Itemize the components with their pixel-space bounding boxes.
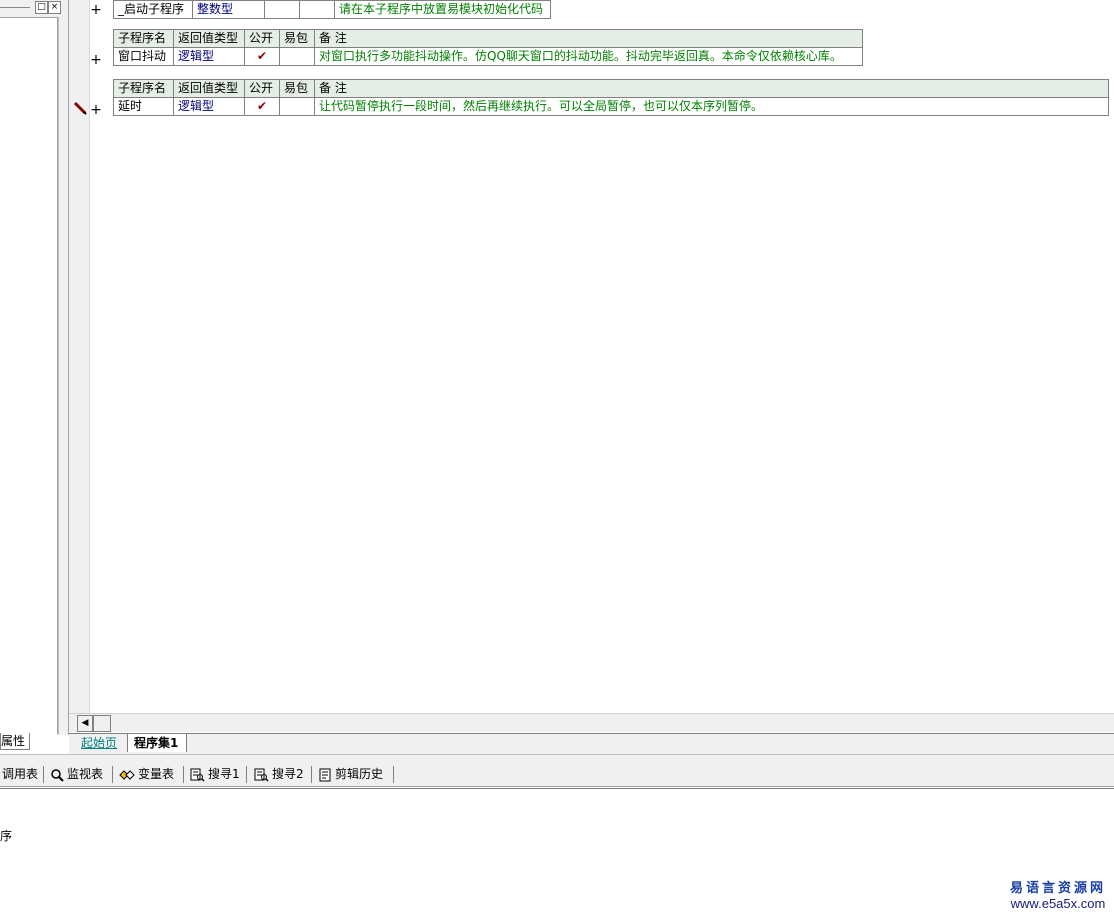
code-editor[interactable]: + + + _启动子程序 整数型 请在本子程序中放置易模块初始化代码 子程序名 …: [69, 0, 1114, 733]
search1-label: 搜寻1: [208, 767, 240, 781]
left-panel-titlebar: □ ×: [0, 0, 62, 17]
horizontal-scrollbar[interactable]: ◀: [69, 713, 1114, 732]
table-row: _启动子程序 整数型 请在本子程序中放置易模块初始化代码: [113, 0, 551, 19]
output-text: 序: [0, 829, 13, 843]
proc-name-cell[interactable]: _启动子程序: [113, 0, 193, 19]
remark-cell[interactable]: 对窗口执行多功能抖动操作。仿QQ聊天窗口的抖动功能。抖动完毕返回真。本命令仅依赖…: [314, 47, 863, 66]
magnifier-icon: [51, 768, 64, 782]
public-check-icon[interactable]: ✔: [244, 47, 280, 66]
table-header-row: 子程序名 返回值类型 公开 易包 备 注: [113, 29, 863, 48]
pencil-icon: [73, 101, 87, 115]
header-package: 易包: [279, 79, 315, 98]
close-icon[interactable]: ×: [48, 1, 61, 14]
scrollbar-thumb[interactable]: [93, 715, 111, 732]
call-table-label: 调用表: [2, 767, 39, 781]
restore-icon[interactable]: □: [35, 1, 48, 14]
tab-search-2[interactable]: 搜寻2: [254, 766, 304, 783]
table-row: 延时 逻辑型 ✔ 让代码暂停执行一段时间，然后再继续执行。可以全局暂停，也可以仅…: [113, 97, 1109, 116]
tab-program-set-1[interactable]: 程序集1: [127, 734, 188, 752]
tab-properties[interactable]: 属性: [0, 733, 31, 750]
tab-variable-table[interactable]: 变量表: [119, 766, 174, 783]
separator: [43, 766, 44, 783]
table-header-row: 子程序名 返回值类型 公开 易包 备 注: [113, 79, 1109, 98]
table-row: 窗口抖动 逻辑型 ✔ 对窗口执行多功能抖动操作。仿QQ聊天窗口的抖动功能。抖动完…: [113, 47, 863, 66]
remark-cell[interactable]: 请在本子程序中放置易模块初始化代码: [334, 0, 551, 19]
remark-cell[interactable]: 让代码暂停执行一段时间，然后再继续执行。可以全局暂停，也可以仅本序列暂停。: [314, 97, 1109, 116]
header-remark: 备 注: [314, 79, 1109, 98]
panel-splitter[interactable]: [62, 0, 69, 735]
tab-call-table[interactable]: 调用表: [2, 766, 38, 783]
public-check-icon[interactable]: ✔: [244, 97, 280, 116]
package-cell[interactable]: [279, 47, 315, 66]
package-cell[interactable]: [299, 0, 335, 19]
proc-name-cell[interactable]: 窗口抖动: [113, 47, 174, 66]
header-proc-name: 子程序名: [113, 79, 174, 98]
delay-procedure-table: 子程序名 返回值类型 公开 易包 备 注 延时 逻辑型 ✔ 让代码暂停执行一段时…: [113, 79, 1109, 116]
clip-history-label: 剪辑历史: [335, 767, 384, 781]
header-return-type: 返回值类型: [173, 79, 245, 98]
left-panel: □ ×: [0, 0, 63, 735]
return-type-cell[interactable]: 逻辑型: [173, 97, 245, 116]
search2-label: 搜寻2: [272, 767, 304, 781]
search-doc-icon: [190, 768, 205, 782]
separator: [183, 766, 184, 783]
output-panel[interactable]: 序 易语言资源网 www.e5a5x.com: [0, 788, 1114, 915]
bottom-toolbar: 调用表 监视表 变量表 搜寻1 搜寻2 剪辑历史: [0, 762, 1114, 787]
startup-procedure-table: _启动子程序 整数型 请在本子程序中放置易模块初始化代码: [113, 0, 551, 19]
clipboard-icon: [319, 768, 331, 781]
header-public: 公开: [244, 29, 280, 48]
header-return-type: 返回值类型: [173, 29, 245, 48]
tab-watch-table[interactable]: 监视表: [50, 766, 103, 783]
tab-start-page[interactable]: 起始页: [77, 735, 121, 752]
header-proc-name: 子程序名: [113, 29, 174, 48]
return-type-cell[interactable]: 整数型: [192, 0, 265, 19]
public-cell[interactable]: [264, 0, 300, 19]
header-package: 易包: [279, 29, 315, 48]
header-public: 公开: [244, 79, 280, 98]
left-panel-tree[interactable]: [0, 17, 58, 734]
header-remark: 备 注: [314, 29, 863, 48]
watch-table-label: 监视表: [67, 767, 104, 781]
separator: [112, 766, 113, 783]
expand-icon[interactable]: +: [90, 53, 102, 67]
window-shake-procedure-table: 子程序名 返回值类型 公开 易包 备 注 窗口抖动 逻辑型 ✔ 对窗口执行多功能…: [113, 29, 863, 66]
proc-name-cell[interactable]: 延时: [113, 97, 174, 116]
separator: [311, 766, 312, 783]
expand-icon[interactable]: +: [90, 3, 102, 17]
separator: [246, 766, 247, 783]
watermark: 易语言资源网 www.e5a5x.com: [1010, 877, 1106, 911]
tab-search-1[interactable]: 搜寻1: [190, 766, 240, 783]
document-tabs: 起始页 程序集1: [69, 733, 1114, 754]
expand-icon[interactable]: +: [90, 103, 102, 117]
return-type-cell[interactable]: 逻辑型: [173, 47, 245, 66]
package-cell[interactable]: [279, 97, 315, 116]
watermark-title: 易语言资源网: [1009, 881, 1106, 896]
watermark-url: www.e5a5x.com: [1010, 896, 1106, 911]
variable-table-label: 变量表: [138, 767, 175, 781]
titlebar-line: [0, 7, 30, 8]
tab-clip-history[interactable]: 剪辑历史: [319, 766, 383, 783]
variable-icon: [119, 769, 135, 780]
scroll-left-icon[interactable]: ◀: [77, 715, 93, 732]
search-doc-icon: [254, 768, 269, 782]
separator: [393, 766, 394, 783]
